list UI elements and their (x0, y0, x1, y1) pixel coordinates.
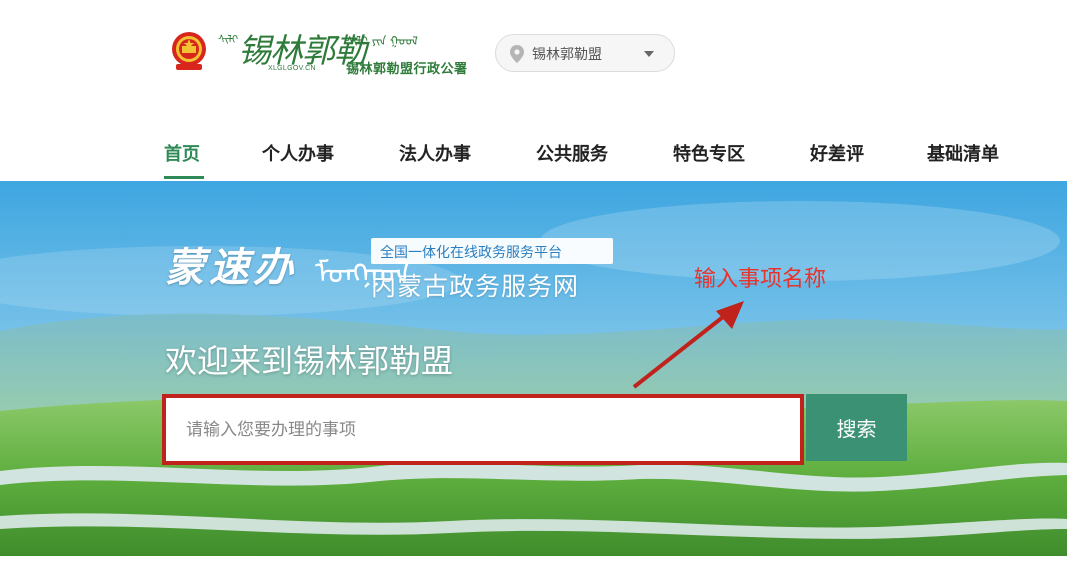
site-header: ᠰᠢᠯᠢ 锡林郭勒 XLGLGOV.CN ᠰᠢᠯᠢ ᠶᠢᠨ ᠭᠣᠣᠯ 锡林郭勒盟… (0, 0, 1067, 181)
nav-item-home[interactable]: 首页 (164, 140, 200, 166)
nav-item-personal[interactable]: 个人办事 (262, 140, 334, 166)
nav-item-basic-list[interactable]: 基础清单 (927, 140, 999, 166)
annotation-arrow-icon (632, 301, 744, 389)
brand-calligraphy: 蒙速办 (165, 244, 297, 291)
nav-item-legal-person[interactable]: 法人办事 (399, 140, 471, 166)
region-selector[interactable]: 锡林郭勒盟 (495, 34, 675, 72)
location-pin-icon (510, 45, 524, 63)
nav-item-public-service[interactable]: 公共服务 (536, 140, 608, 166)
logo-mongolian-right: ᠰᠢᠯᠢ ᠶᠢᠨ ᠭᠣᠣᠯ (346, 34, 418, 48)
nav-active-underline (164, 176, 204, 179)
platform-tag-label: 全国一体化在线政务服务平台 (380, 245, 562, 261)
annotation-label: 输入事项名称 (694, 267, 827, 292)
region-label: 锡林郭勒盟 (532, 47, 602, 63)
caret-down-icon (644, 51, 654, 57)
nav-item-review[interactable]: 好差评 (810, 140, 864, 166)
logo-mongolian-left: ᠰᠢᠯᠢ (218, 33, 239, 46)
search-input[interactable] (166, 398, 800, 461)
logo-url: XLGLGOV.CN (268, 65, 316, 72)
site-logo[interactable]: ᠰᠢᠯᠢ 锡林郭勒 XLGLGOV.CN ᠰᠢᠯᠢ ᠶᠢᠨ ᠭᠣᠣᠯ 锡林郭勒盟… (218, 24, 486, 77)
welcome-heading: 欢迎来到锡林郭勒盟 (165, 342, 454, 380)
national-emblem-icon[interactable] (170, 30, 208, 72)
platform-tag: 全国一体化在线政务服务平台 (371, 238, 613, 264)
search-button[interactable]: 搜索 (806, 394, 907, 461)
platform-name: 内蒙古政务服务网 (371, 272, 580, 301)
main-nav: 首页 个人办事 法人办事 公共服务 特色专区 好差评 基础清单 (0, 130, 1067, 181)
nav-item-special-zone[interactable]: 特色专区 (673, 140, 745, 166)
hero-banner: 蒙速办 ᠮᠣᠩᠭᠣᠯ 全国一体化在线政务服务平台 内蒙古政务服务网 输入事项名称… (0, 181, 1067, 556)
logo-office-name: 锡林郭勒盟行政公署 (346, 62, 468, 77)
search-box (162, 394, 804, 465)
